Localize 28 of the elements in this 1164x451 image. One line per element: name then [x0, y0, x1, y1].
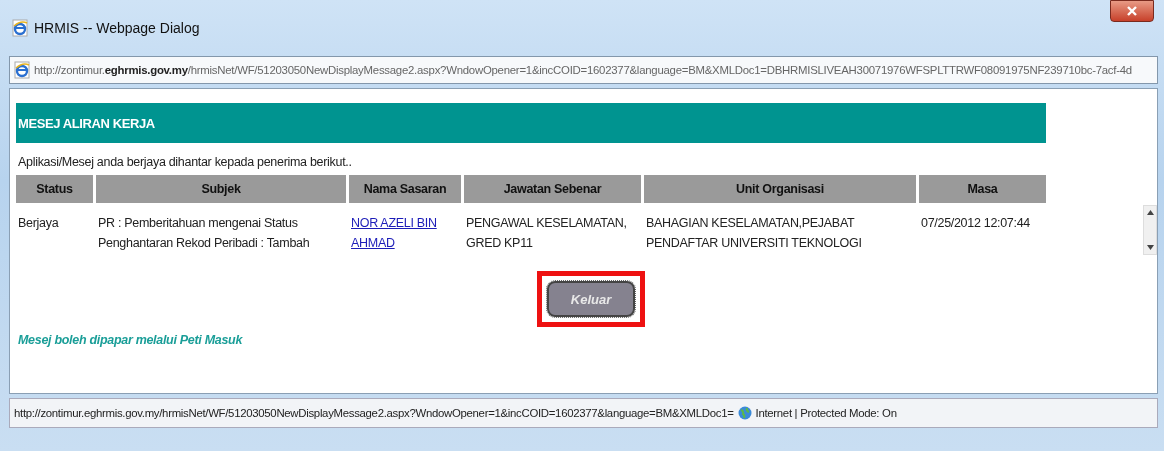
table-cell-text: Berjaya: [17, 215, 60, 232]
scrollbar[interactable]: [1143, 205, 1157, 255]
section-heading: MESEJ ALIRAN KERJA: [16, 103, 1046, 143]
security-zone-text: Internet | Protected Mode: On: [755, 407, 897, 419]
scroll-up-icon[interactable]: [1146, 210, 1154, 215]
browser-logo-icon: [14, 61, 30, 79]
close-icon: [1126, 5, 1138, 17]
table-cell-text: PENGAWAL KESELAMATAN, GRED KP11: [465, 215, 628, 252]
column-header: Nama Sasaran: [349, 175, 461, 203]
column-header: Jawatan Sebenar: [464, 175, 641, 203]
status-url: http://zontimur.eghrmis.gov.my/hrmisNet/WF/51203050NewDisplayMessage2.aspx?WndowOpener=1&incCOID=1602377&language=BM&XMLDoc1=: [14, 407, 734, 419]
globe-icon: [737, 406, 752, 420]
footer-note: Mesej boleh dipapar melalui Peti Masuk: [18, 333, 244, 347]
scroll-down-icon[interactable]: [1146, 245, 1154, 250]
column-header: Subjek: [96, 175, 346, 203]
browser-logo-icon: [12, 19, 28, 37]
address-bar[interactable]: http://zontimur.eghrmis.gov.my/hrmisNet/WF/51203050NewDisplayMessage2.aspx?WndowOpener=1&incCOID=1602377&language=BM&XMLDoc1=DBHRMISLIVEAH30071976WFSPLTTRWF08091975NF239710bc-7acf-4d: [9, 56, 1158, 84]
recipient-link[interactable]: NOR AZELI BIN AHMAD: [351, 213, 461, 253]
window-title: HRMIS -- Webpage Dialog: [34, 20, 201, 36]
intro-text: Aplikasi/Mesej anda berjaya dihantar kepada penerima berikut..: [18, 155, 353, 169]
column-header: Masa: [919, 175, 1046, 203]
table-cell-text: PR : Pemberitahuan mengenai Status Penghantaran Rekod Peribadi : Tambah: [97, 215, 311, 252]
column-header: Status: [16, 175, 93, 203]
column-header: Unit Organisasi: [644, 175, 916, 203]
table-cell-text: BAHAGIAN KESELAMATAN,PEJABAT PENDAFTAR UNIVERSITI TEKNOLOGI: [645, 215, 863, 252]
close-button[interactable]: [1110, 0, 1154, 22]
table-cell-text: 07/25/2012 12:07:44: [920, 215, 1031, 232]
url-text: http://zontimur.eghrmis.gov.my/hrmisNet/WF/51203050NewDisplayMessage2.aspx?WndowOpener=1&incCOID=1602377&language=BM&XMLDoc1=DBHRMISLIVEAH30071976WFSPLTTRWF08091975NF239710bc-7acf-4d: [34, 64, 1132, 76]
